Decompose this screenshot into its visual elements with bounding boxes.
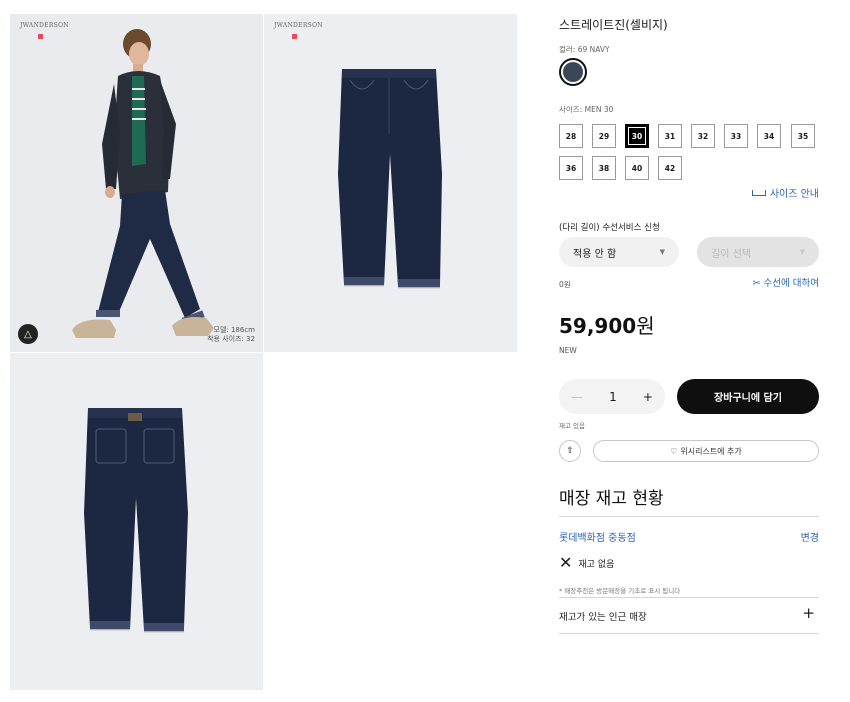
wishlist-button[interactable]: ♡ 위시리스트에 추가 bbox=[593, 440, 819, 462]
store-availability: ✕ 재고 없음 bbox=[559, 555, 614, 571]
caret-down-icon: ▼ bbox=[659, 248, 665, 256]
jeans-front-photo bbox=[338, 69, 442, 289]
hem-option-value: 적용 안 함 bbox=[573, 248, 617, 260]
hem-about-label: 수선에 대하여 bbox=[763, 278, 819, 289]
hem-price: 0원 bbox=[559, 280, 571, 289]
stock-status: 재고 있음 bbox=[559, 422, 585, 430]
size-option[interactable]: 28 bbox=[559, 124, 583, 148]
model-photo bbox=[72, 29, 214, 338]
jeans-back-photo bbox=[84, 408, 188, 633]
store-disclaimer: * 매장추천은 방문매장을 기초로 표시 됩니다 bbox=[559, 587, 681, 595]
size-option-selected[interactable]: 30 bbox=[625, 124, 649, 148]
size-option[interactable]: 40 bbox=[625, 156, 649, 180]
hanger-icon[interactable]: △ bbox=[18, 324, 38, 344]
hem-option-select[interactable]: 적용 안 함 ▼ bbox=[559, 237, 679, 267]
size-guide-link[interactable]: 사이즈 안내 bbox=[751, 185, 819, 200]
price-value: 59,900 bbox=[559, 314, 637, 338]
color-swatch-navy bbox=[563, 62, 583, 82]
size-guide-label: 사이즈 안내 bbox=[769, 189, 819, 200]
caret-down-icon: ▼ bbox=[799, 248, 805, 256]
divider bbox=[559, 633, 819, 634]
wishlist-label: 위시리스트에 추가 bbox=[680, 446, 742, 456]
new-badge: NEW bbox=[559, 346, 577, 355]
store-stock-title: 매장 재고 현황 bbox=[559, 489, 664, 509]
model-height: 모델: 186cm bbox=[213, 326, 256, 334]
heart-icon: ♡ bbox=[670, 446, 678, 456]
color-swatch-selected[interactable] bbox=[559, 58, 587, 86]
price-currency: 원 bbox=[636, 314, 655, 338]
model-size: 착용 사이즈: 32 bbox=[207, 335, 255, 343]
quantity-stepper: — 1 + bbox=[559, 379, 665, 414]
close-icon: ✕ bbox=[559, 553, 573, 572]
scissors-icon: ✂ bbox=[752, 278, 761, 289]
color-label: 컬러: 69 NAVY bbox=[559, 45, 610, 54]
minus-button[interactable]: — bbox=[571, 390, 583, 404]
share-button[interactable]: ⇧ bbox=[559, 440, 581, 462]
size-option[interactable]: 34 bbox=[757, 124, 781, 148]
size-label: 사이즈: MEN 30 bbox=[559, 105, 614, 114]
size-option[interactable]: 35 bbox=[791, 124, 815, 148]
product-image-model[interactable]: JWANDERSON △ 모델: 186cm 착용 사이즈: 32 bbox=[10, 14, 263, 352]
product-image-back[interactable] bbox=[10, 353, 263, 690]
hem-service-title: (다리 길이) 수선서비스 신청 bbox=[559, 223, 660, 233]
share-icon: ⇧ bbox=[566, 446, 574, 456]
size-option[interactable]: 33 bbox=[724, 124, 748, 148]
hem-about-link[interactable]: ✂ 수선에 대하여 bbox=[753, 275, 819, 289]
plus-icon[interactable]: + bbox=[802, 604, 815, 622]
quantity-value[interactable]: 1 bbox=[609, 390, 617, 404]
change-store-link[interactable]: 변경 bbox=[801, 529, 819, 544]
size-option[interactable]: 32 bbox=[691, 124, 715, 148]
size-option[interactable]: 36 bbox=[559, 156, 583, 180]
store-name-link[interactable]: 롯데백화점 중동점 bbox=[559, 529, 636, 544]
product-title: 스트레이트진(셀비지) bbox=[559, 18, 668, 32]
length-select[interactable]: 길이 선택 ▼ bbox=[697, 237, 819, 267]
size-option[interactable]: 42 bbox=[658, 156, 682, 180]
product-price: 59,900원 bbox=[559, 310, 655, 339]
size-option[interactable]: 29 bbox=[592, 124, 616, 148]
ruler-icon bbox=[751, 189, 766, 196]
product-image-front[interactable]: JWANDERSON bbox=[264, 14, 517, 352]
length-select-placeholder: 길이 선택 bbox=[711, 248, 751, 260]
divider bbox=[559, 516, 819, 517]
nearby-stores-toggle[interactable]: 재고가 있는 인근 매장 bbox=[559, 609, 647, 623]
divider bbox=[559, 597, 819, 598]
add-to-cart-button[interactable]: 장바구니에 담기 bbox=[677, 379, 819, 414]
size-option[interactable]: 38 bbox=[592, 156, 616, 180]
availability-label: 재고 없음 bbox=[578, 559, 615, 570]
model-info: 모델: 186cm 착용 사이즈: 32 bbox=[207, 326, 255, 344]
size-option[interactable]: 31 bbox=[658, 124, 682, 148]
product-gallery: JWANDERSON △ 모델: 186cm 착용 사이즈: 32 JWANDE… bbox=[10, 14, 517, 690]
plus-button[interactable]: + bbox=[643, 390, 653, 404]
